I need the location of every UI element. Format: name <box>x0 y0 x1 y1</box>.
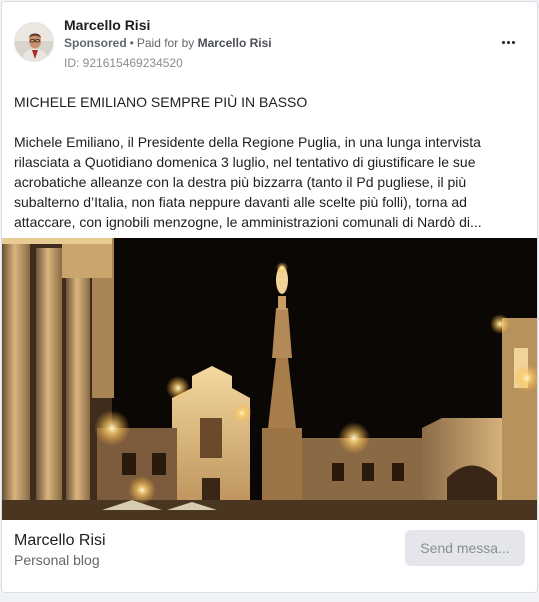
ad-header: Marcello Risi Sponsored • Paid for by Marc… <box>2 2 537 82</box>
send-message-button[interactable]: Send messa... <box>405 530 525 566</box>
avatar[interactable] <box>14 22 54 62</box>
post-body: Michele Emiliano, il Presidente della Re… <box>14 134 482 230</box>
ad-card: Marcello Risi Sponsored • Paid for by Marc… <box>1 1 538 593</box>
footer-subtitle: Personal blog <box>14 552 100 568</box>
more-options-button[interactable] <box>497 32 519 52</box>
ellipsis-dot <box>506 40 510 44</box>
paid-for-label: Paid for by <box>136 36 195 50</box>
avatar-portrait-icon <box>15 23 53 61</box>
sponsored-line: Sponsored • Paid for by Marcello Risi <box>64 36 272 50</box>
ellipsis-dot <box>511 40 515 44</box>
night-piazza-photo <box>2 238 537 520</box>
page-name[interactable]: Marcello Risi <box>64 17 150 33</box>
sponsored-label: Sponsored <box>64 36 127 50</box>
ad-footer: Marcello Risi Personal blog Send messa..… <box>2 520 537 592</box>
footer-title[interactable]: Marcello Risi <box>14 532 106 550</box>
ellipsis-horizontal-icon <box>501 40 505 44</box>
post-text: MICHELE EMILIANO SEMPRE PIÙ IN BASSO Mic… <box>14 92 514 232</box>
separator-dot: • <box>129 36 134 50</box>
post-image[interactable] <box>2 238 537 520</box>
payer-name: Marcello Risi <box>197 36 272 50</box>
post-headline: MICHELE EMILIANO SEMPRE PIÙ IN BASSO <box>14 94 308 110</box>
ad-id: ID: 921615469234520 <box>64 56 183 70</box>
